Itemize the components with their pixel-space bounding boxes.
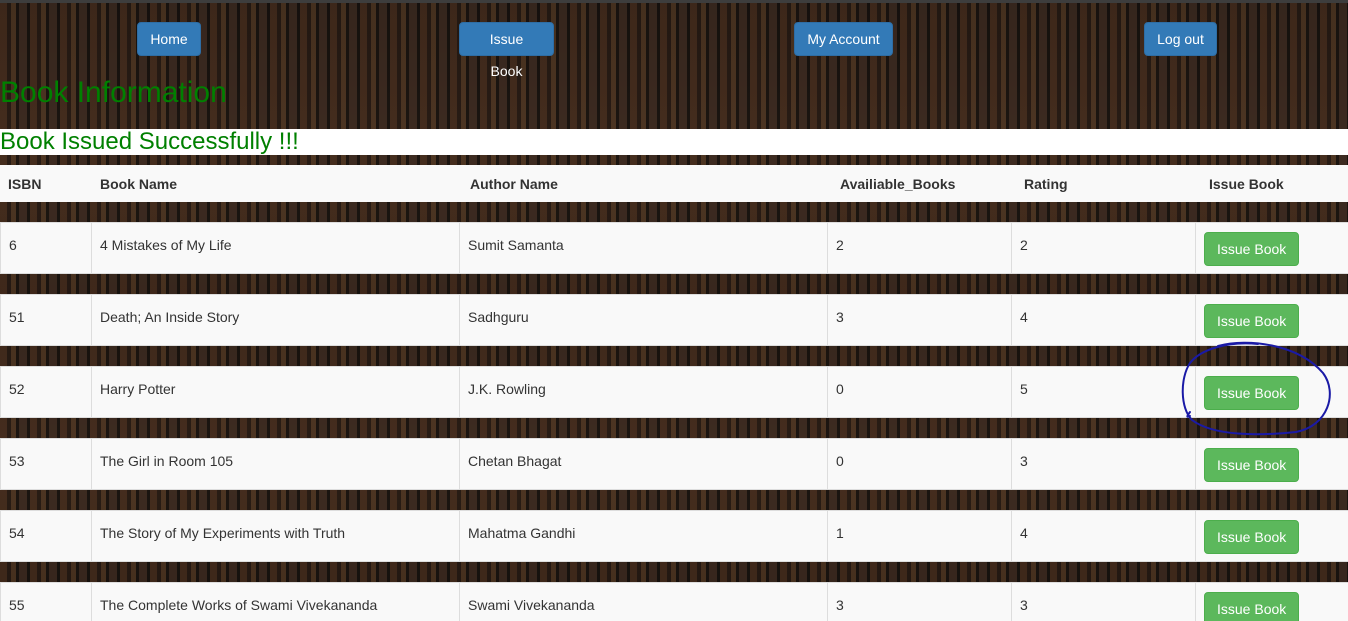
book-name-cell: The Girl in Room 105 <box>91 439 460 489</box>
rating-cell: 3 <box>1011 439 1196 489</box>
table-row: 54 The Story of My Experiments with Trut… <box>0 510 1348 562</box>
issue-cell: Issue Book <box>1195 511 1348 561</box>
home-button[interactable]: Home <box>137 22 201 56</box>
available-books-cell: 1 <box>827 511 1012 561</box>
author-name-cell: J.K. Rowling <box>459 367 828 417</box>
header-book-name: Book Name <box>100 176 178 192</box>
header-available-books: Availiable_Books <box>840 176 956 192</box>
issue-cell: Issue Book <box>1195 439 1348 489</box>
isbn-cell: 55 <box>0 583 92 621</box>
author-name-cell: Sumit Samanta <box>459 223 828 273</box>
issue-book-button[interactable]: Issue Book <box>1204 592 1300 621</box>
header-isbn: ISBN <box>8 176 42 192</box>
table-header: ISBN Book Name Author Name Availiable_Bo… <box>0 165 1348 202</box>
isbn-cell: 53 <box>0 439 92 489</box>
issue-book-button[interactable]: Issue Book <box>1204 448 1300 482</box>
book-name-cell: 4 Mistakes of My Life <box>91 223 460 273</box>
top-border <box>0 0 1348 3</box>
issue-cell: Issue Book <box>1195 223 1348 273</box>
available-books-cell: 2 <box>827 223 1012 273</box>
page-title: Book Information <box>0 76 227 109</box>
table-row: 53 The Girl in Room 105 Chetan Bhagat 0 … <box>0 438 1348 490</box>
author-name-cell: Sadhguru <box>459 295 828 345</box>
available-books-cell: 3 <box>827 295 1012 345</box>
my-account-button[interactable]: My Account <box>794 22 893 56</box>
table-row: 52 Harry Potter J.K. Rowling 0 5 Issue B… <box>0 366 1348 418</box>
author-name-cell: Mahatma Gandhi <box>459 511 828 561</box>
header-author-name: Author Name <box>470 176 558 192</box>
isbn-cell: 54 <box>0 511 92 561</box>
rating-cell: 4 <box>1011 295 1196 345</box>
book-name-cell: Death; An Inside Story <box>91 295 460 345</box>
isbn-cell: 6 <box>0 223 92 273</box>
issue-book-button[interactable]: Issue Book <box>1204 376 1300 410</box>
author-name-cell: Swami Vivekananda <box>459 583 828 621</box>
table-row: 6 4 Mistakes of My Life Sumit Samanta 2 … <box>0 222 1348 274</box>
isbn-cell: 51 <box>0 295 92 345</box>
book-name-cell: The Story of My Experiments with Truth <box>91 511 460 561</box>
header-issue-book: Issue Book <box>1209 176 1284 192</box>
issue-book-button[interactable]: Issue Book <box>1204 520 1300 554</box>
issue-cell: Issue Book <box>1195 367 1348 417</box>
available-books-cell: 3 <box>827 583 1012 621</box>
rating-cell: 5 <box>1011 367 1196 417</box>
table-row: 51 Death; An Inside Story Sadhguru 3 4 I… <box>0 294 1348 346</box>
author-name-cell: Chetan Bhagat <box>459 439 828 489</box>
issue-cell: Issue Book <box>1195 583 1348 621</box>
table-row: 55 The Complete Works of Swami Vivekanan… <box>0 582 1348 621</box>
rating-cell: 2 <box>1011 223 1196 273</box>
issue-book-button[interactable]: Issue Book <box>1204 232 1300 266</box>
issue-cell: Issue Book <box>1195 295 1348 345</box>
rating-cell: 3 <box>1011 583 1196 621</box>
isbn-cell: 52 <box>0 367 92 417</box>
rating-cell: 4 <box>1011 511 1196 561</box>
header-rating: Rating <box>1024 176 1068 192</box>
book-name-cell: Harry Potter <box>91 367 460 417</box>
available-books-cell: 0 <box>827 367 1012 417</box>
status-message: Book Issued Successfully !!! <box>0 128 299 155</box>
issue-book-button[interactable]: Issue Book <box>1204 304 1300 338</box>
available-books-cell: 0 <box>827 439 1012 489</box>
issue-book-nav-button[interactable]: Issue Book <box>459 22 554 79</box>
logout-button[interactable]: Log out <box>1144 22 1217 56</box>
book-name-cell: The Complete Works of Swami Vivekananda <box>91 583 460 621</box>
